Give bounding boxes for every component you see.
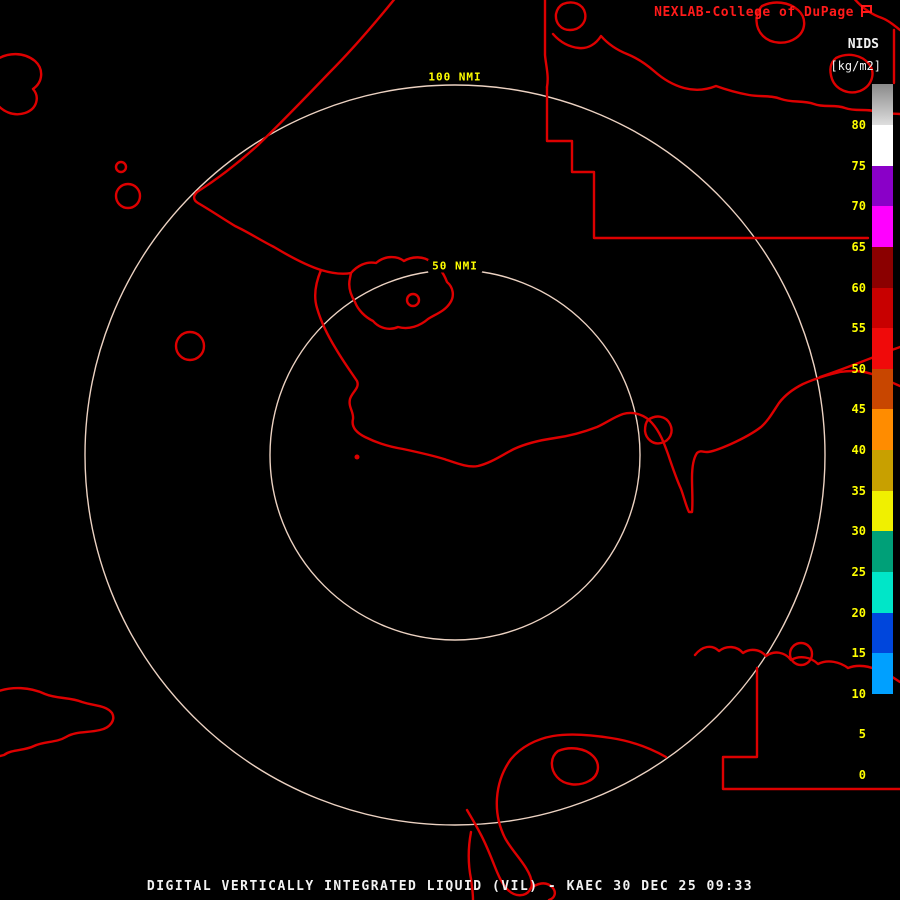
colorbar-tick-label: 65 [851, 239, 866, 254]
city-marker [354, 454, 360, 460]
colorbar-tick-label: 45 [851, 402, 866, 417]
colorbar-tick-label: 25 [851, 564, 866, 579]
boundary-line [545, 85, 870, 240]
range-ring-100nmi [84, 84, 826, 826]
colorbar-segment [872, 693, 893, 735]
island-outline [554, 1, 587, 32]
colorbar-tick-label: 55 [851, 321, 866, 336]
colorbar-segment [872, 368, 893, 410]
lake-outline [405, 292, 421, 308]
colorbar-segment [872, 612, 893, 654]
coastline-path [192, 0, 396, 275]
coastline-path [313, 268, 900, 514]
coastline-path [0, 52, 43, 116]
colorbar-segment [872, 328, 893, 369]
colorbar-segment [872, 287, 893, 329]
coastline-path [0, 686, 115, 758]
colorbar-segment [872, 450, 893, 491]
colorbar-tick-label: 50 [851, 361, 866, 376]
island-outline [174, 330, 206, 362]
map-outlines [0, 0, 900, 900]
colorbar-segment [872, 531, 893, 572]
colorbar-tick-label: 5 [858, 727, 866, 742]
colorbar [872, 0, 893, 900]
island-outline [788, 641, 814, 667]
colorbar-segment [872, 165, 893, 207]
colorbar-tick-label: 0 [858, 768, 866, 782]
range-ring-50nmi [269, 269, 641, 641]
colorbar-tick-label: 75 [851, 158, 866, 173]
colorbar-tick-label: 35 [851, 483, 866, 498]
colorbar-segment [872, 490, 893, 532]
colorbar-tick-label: 80 [851, 118, 866, 132]
colorbar-segment [872, 653, 893, 694]
colorbar-tick-label: 10 [851, 686, 866, 701]
island-outline [114, 182, 142, 210]
colorbar-tick-label: 20 [851, 605, 866, 620]
colorbar-segment [872, 84, 893, 125]
colorbar-tick-label: 15 [851, 646, 866, 661]
island-outline [114, 160, 128, 174]
range-rings [84, 84, 826, 826]
colorbar-segment [872, 206, 893, 247]
colorbar-segment [872, 125, 893, 166]
radar-display: 100 NMI 50 NMI NEXLAB-College of DuPage … [0, 0, 900, 900]
colorbar-tick-label: 60 [851, 280, 866, 295]
range-ring-label-50nmi: 50 NMI [428, 259, 482, 273]
colorbar-tick-label: 70 [851, 199, 866, 214]
colorbar-segment [872, 409, 893, 450]
boundary-line [543, 0, 549, 89]
colorbar-tick-label: 30 [851, 524, 866, 539]
colorbar-tick-label: 40 [851, 443, 866, 457]
colorbar-segment [872, 246, 893, 288]
colorbar-segment [872, 571, 893, 613]
map-canvas [0, 0, 900, 900]
colorbar-segment [872, 734, 893, 775]
product-status-line: DIGITAL VERTICALLY INTEGRATED LIQUID (VI… [146, 879, 754, 894]
lake-outline [550, 747, 600, 786]
range-ring-label-100nmi: 100 NMI [424, 70, 486, 84]
colorbar-ticks: 0 5 10 15 20 25 30 35 40 45 50 55 60 65 70 75 80 [822, 0, 866, 900]
coastline-path [465, 733, 668, 897]
